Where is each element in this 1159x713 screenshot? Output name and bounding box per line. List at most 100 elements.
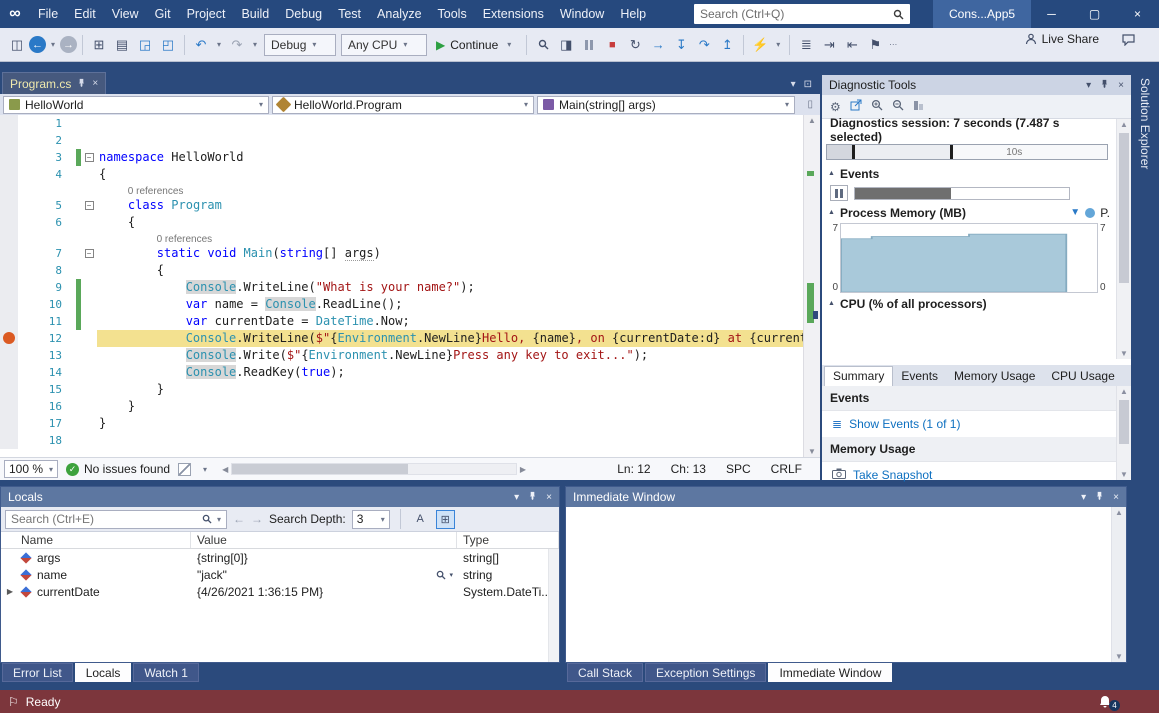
quick-search-input[interactable]: Search (Ctrl+Q) [694, 4, 910, 24]
solution-configuration-dropdown[interactable]: Debug▾ [264, 34, 336, 56]
toolbar-overflow-icon[interactable]: ⋯ [887, 34, 899, 56]
outline-margin[interactable] [81, 364, 97, 381]
code-line[interactable]: 11 var currentDate = DateTime.Now; [0, 313, 803, 330]
hot-reload-dropdown-icon[interactable]: ▾ [772, 34, 784, 56]
feedback-icon[interactable] [1122, 34, 1135, 49]
window-position-icon[interactable]: ▾ [514, 492, 519, 503]
find-icon[interactable] [532, 34, 554, 56]
breakpoint-margin[interactable] [0, 166, 18, 183]
breakpoint-margin[interactable] [0, 330, 18, 347]
hot-reload-icon[interactable]: ⚡ [749, 34, 771, 56]
outline-margin[interactable] [81, 313, 97, 330]
panel-tab[interactable]: Immediate Window [768, 663, 892, 682]
panel-tab[interactable]: Watch 1 [133, 663, 199, 682]
filter-icon[interactable]: ▼ [1070, 207, 1080, 218]
code-line[interactable]: 10 var name = Console.ReadLine(); [0, 296, 803, 313]
pin-icon[interactable] [1100, 79, 1109, 91]
locals-title-bar[interactable]: Locals ▾ × [1, 487, 559, 507]
breakpoint-margin[interactable] [0, 183, 18, 197]
diagnostic-tab[interactable]: Events [893, 367, 946, 386]
process-memory-header[interactable]: ▲ Process Memory (MB) ▼ P. [822, 204, 1116, 221]
outline-margin[interactable] [81, 231, 97, 245]
code-line[interactable]: 14 Console.ReadKey(true); [0, 364, 803, 381]
space-mode-indicator[interactable]: SPC [726, 462, 751, 476]
stop-debugging-icon[interactable]: ■ [601, 34, 623, 56]
menu-item[interactable]: Extensions [475, 0, 552, 28]
column-header-type[interactable]: Type [457, 532, 559, 548]
step-over-icon[interactable]: ↷ [693, 34, 715, 56]
format-toggle-icon[interactable]: A [411, 510, 430, 529]
immediate-window-input-area[interactable]: ▲ ▼ [566, 507, 1126, 662]
solution-platform-dropdown[interactable]: Any CPU▾ [341, 34, 427, 56]
menu-item[interactable]: Build [233, 0, 277, 28]
menu-item[interactable]: Tools [430, 0, 475, 28]
column-header-name[interactable]: Name [1, 532, 191, 548]
step-into-icon[interactable]: ↧ [670, 34, 692, 56]
outline-margin[interactable] [81, 132, 97, 149]
save-icon[interactable]: ◲ [134, 34, 156, 56]
outline-margin[interactable] [81, 330, 97, 347]
scrollbar-thumb[interactable] [1119, 133, 1129, 283]
break-all-icon[interactable] [578, 34, 600, 56]
diagnostic-tab[interactable]: Memory Usage [946, 367, 1043, 386]
close-icon[interactable]: × [1113, 492, 1119, 503]
live-share-button[interactable]: Live Share [1025, 32, 1099, 46]
scrollbar-thumb[interactable] [232, 464, 408, 474]
line-ending-indicator[interactable]: CRLF [771, 462, 802, 476]
code-line[interactable]: 7− static void Main(string[] args) [0, 245, 803, 262]
breakpoint-margin[interactable] [0, 279, 18, 296]
menu-item[interactable]: View [104, 0, 147, 28]
diagnostic-tab[interactable]: CPU Usage [1043, 367, 1122, 386]
menu-item[interactable]: Project [179, 0, 234, 28]
events-section-header[interactable]: ▲ Events [822, 165, 1116, 182]
member-dropdown[interactable]: Main(string[] args) ▾ [537, 96, 795, 114]
code-cleanup-icon[interactable] [178, 463, 191, 476]
close-icon[interactable]: × [546, 492, 552, 503]
outline-margin[interactable] [81, 115, 97, 132]
variable-value[interactable]: {string[0]} [197, 551, 248, 565]
code-line[interactable]: 3−namespace HelloWorld [0, 149, 803, 166]
panel-tab[interactable]: Exception Settings [645, 663, 766, 682]
pin-icon[interactable] [1095, 491, 1104, 503]
pin-icon[interactable] [77, 78, 86, 90]
health-indicator[interactable]: ✓ No issues found [66, 462, 170, 476]
breakpoint-margin[interactable] [0, 364, 18, 381]
timeline-handle[interactable] [852, 145, 855, 159]
export-icon[interactable] [850, 99, 862, 114]
menu-item[interactable]: Test [330, 0, 369, 28]
diagnostic-tools-title-bar[interactable]: Diagnostic Tools ▾ × [822, 75, 1131, 95]
column-header-value[interactable]: Value [191, 532, 457, 548]
solution-explorer-tab[interactable]: Solution Explorer [1138, 78, 1152, 169]
breakpoint-margin[interactable] [0, 197, 18, 214]
locals-row[interactable]: name"jack"▾string [1, 566, 559, 583]
navigate-back-icon[interactable]: ← [29, 36, 46, 53]
code-cleanup-dropdown-icon[interactable]: ▾ [199, 458, 211, 480]
codelens-row[interactable]: 0 references [0, 183, 803, 197]
pause-events-icon[interactable] [830, 185, 848, 201]
text-visualizer-icon[interactable]: ▾ [436, 570, 457, 580]
code-line[interactable]: 18 [0, 432, 803, 449]
code-line[interactable]: 4{ [0, 166, 803, 183]
continue-button[interactable]: ▶ Continue ▾ [430, 34, 521, 56]
outline-margin[interactable] [81, 415, 97, 432]
navigate-forward-icon[interactable]: → [60, 36, 77, 53]
redo-icon[interactable]: ↷ [226, 34, 248, 56]
collapse-region-icon[interactable]: − [85, 153, 94, 162]
menu-item[interactable]: Git [147, 0, 179, 28]
navigate-back-dropdown-icon[interactable]: ▾ [47, 34, 59, 56]
class-dropdown[interactable]: HelloWorld.Program ▾ [272, 96, 534, 114]
menu-item[interactable]: Analyze [369, 0, 429, 28]
restart-icon[interactable]: ↻ [624, 34, 646, 56]
immediate-window-title-bar[interactable]: Immediate Window ▾ × [566, 487, 1126, 507]
collapse-region-icon[interactable]: − [85, 201, 94, 210]
project-dropdown[interactable]: HelloWorld ▾ [3, 96, 269, 114]
code-line[interactable]: 8 { [0, 262, 803, 279]
menu-item[interactable]: File [30, 0, 66, 28]
immediate-scrollbar[interactable]: ▲ ▼ [1111, 507, 1126, 662]
breakpoint-margin[interactable] [0, 313, 18, 330]
close-tab-icon[interactable]: × [92, 78, 98, 89]
expand-icon[interactable]: ▶ [5, 587, 15, 596]
outline-margin[interactable] [81, 183, 97, 197]
collapse-region-icon[interactable]: − [85, 249, 94, 258]
editor-horizontal-scrollbar[interactable]: ◀ ▶ [219, 462, 529, 476]
